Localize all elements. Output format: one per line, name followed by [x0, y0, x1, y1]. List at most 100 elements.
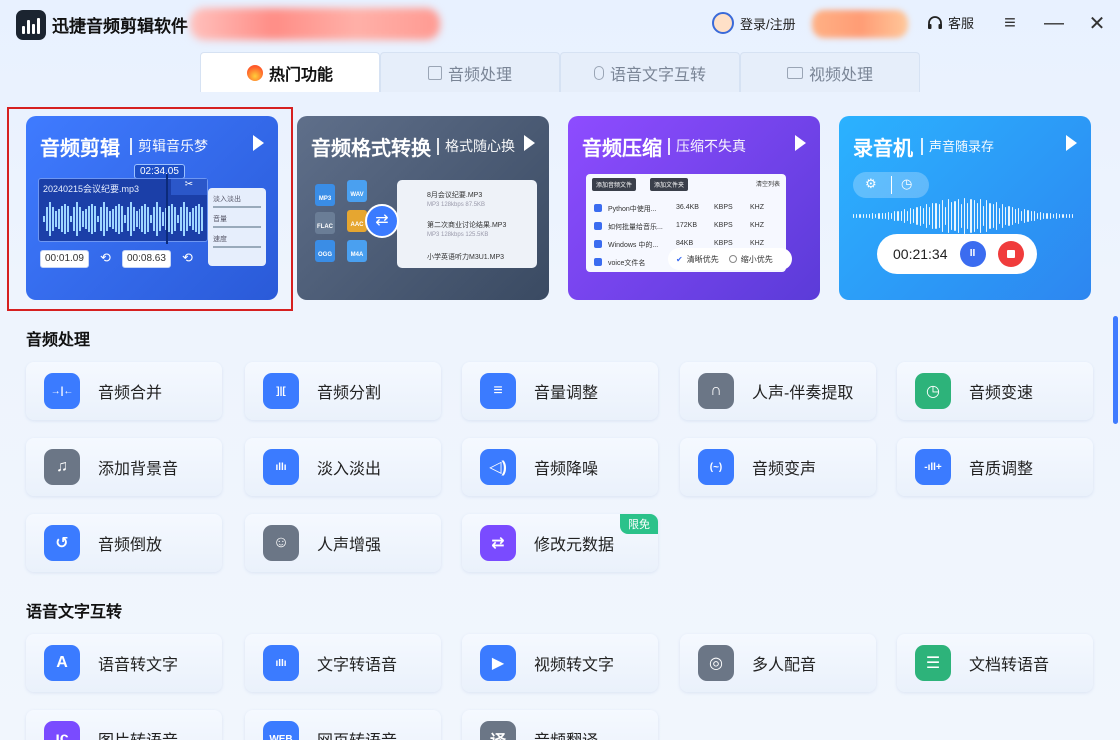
tool-tile[interactable]: A 语音转文字 — [26, 634, 222, 692]
recording-waveform — [852, 196, 1074, 236]
tool-label: 人声增强 — [317, 537, 382, 554]
section-title-speech: 语音文字互转 — [26, 604, 123, 621]
convert-file-list: 8月会议纪要.MP3 MP3 128kbps 87.5KB 第二次商业讨论结果.… — [397, 180, 537, 268]
main-tabs: 热门功能 音频处理 语音文字互转 视频处理 — [200, 52, 920, 92]
split-icon: ]|[ — [263, 373, 299, 409]
convert-arrows-icon: ⇄ — [365, 204, 399, 238]
tab-video-processing[interactable]: 视频处理 — [740, 52, 920, 92]
list-item: 如何批量给音乐... 172KB KBPS KHZ — [594, 222, 774, 232]
title-divider — [668, 138, 670, 155]
reverse-icon: ↺ — [44, 525, 80, 561]
card-subtitle: 格式随心换 — [445, 138, 515, 154]
tool-tile[interactable]: ▶ 视频转文字 — [462, 634, 658, 692]
tab-label: 语音文字互转 — [609, 66, 706, 84]
tool-label: 人声-伴奏提取 — [752, 385, 854, 402]
tool-tile[interactable]: ↺ 音频倒放 — [26, 514, 222, 572]
document-lines-icon: ☰ — [915, 645, 951, 681]
sound-wave-icon: ıIIı — [263, 645, 299, 681]
tool-tile[interactable]: ♫ 添加背景音 — [26, 438, 222, 496]
blurred-promo-banner[interactable] — [190, 8, 440, 40]
microphone-icon — [593, 65, 604, 80]
tool-tile[interactable]: ☰ 文档转语音 — [897, 634, 1093, 692]
file-row: 第二次商业讨论结果.MP3 — [427, 222, 507, 229]
tab-audio-processing[interactable]: 音频处理 — [380, 52, 560, 92]
fade-bars-icon: ıllı — [263, 449, 299, 485]
add-file-button: 添加音频文件 — [592, 178, 637, 191]
app-logo-icon — [16, 10, 46, 40]
play-arrow-icon — [795, 135, 806, 151]
tab-label: 热门功能 — [268, 66, 333, 84]
tab-speech-text[interactable]: 语音文字互转 — [560, 52, 740, 92]
section-title-audio: 音频处理 — [26, 332, 91, 349]
web-icon: WEB — [263, 721, 299, 740]
tool-label: 淡入淡出 — [317, 461, 382, 478]
card-title: 录音机 — [853, 138, 913, 160]
login-button[interactable]: 登录/注册 — [712, 12, 796, 34]
customer-service-button[interactable]: 客服 — [926, 13, 974, 32]
tool-label: 语音转文字 — [98, 657, 179, 674]
card-subtitle: 压缩不失真 — [676, 138, 746, 154]
tool-tile[interactable]: ☺ 人声增强 — [245, 514, 441, 572]
play-arrow-icon — [524, 135, 535, 151]
tool-tile[interactable]: ıc 图片转语音 — [26, 710, 222, 740]
option-small: 缩小优先 — [740, 254, 773, 264]
tool-tile[interactable]: ıllı 淡入淡出 — [245, 438, 441, 496]
tool-tile[interactable]: ∩ 人声-伴奏提取 — [680, 362, 876, 420]
blurred-vip-button[interactable] — [812, 10, 908, 38]
recorder-controls: ⚙ ◷ — [853, 172, 929, 198]
tool-label: 文字转语音 — [317, 657, 398, 674]
tool-label: 音频变声 — [752, 461, 817, 478]
tool-label: 音频倒放 — [98, 537, 163, 554]
card-recorder[interactable]: 录音机 声音随录存 ⚙ ◷ 00:21:34 II — [839, 116, 1091, 300]
metadata-icon: ⇄ — [480, 525, 516, 561]
quality-bars-icon: -ıll+ — [915, 449, 951, 485]
card-title: 音频压缩 — [582, 138, 662, 160]
play-circle-icon: ▶ — [480, 645, 516, 681]
minimize-icon[interactable]: — — [1041, 10, 1067, 36]
menu-icon[interactable]: ≡ — [997, 10, 1023, 36]
tool-tile[interactable]: ◷ 音频变速 — [897, 362, 1093, 420]
voice-change-icon: (~) — [698, 449, 734, 485]
tool-label: 音质调整 — [969, 461, 1034, 478]
sliders-icon: ≡ — [480, 373, 516, 409]
tool-label: 音量调整 — [534, 385, 599, 402]
tool-tile[interactable]: ]|[音频分割 — [245, 362, 441, 420]
format-chip: FLAC — [315, 212, 335, 234]
tab-hot-features[interactable]: 热门功能 — [200, 52, 380, 92]
tool-tile[interactable]: ≡ 音量调整 — [462, 362, 658, 420]
clock-icon: ◷ — [901, 176, 913, 191]
tool-tile[interactable]: WEB 网页转语音 — [245, 710, 441, 740]
file-row: 小学英语听力M3U1.MP3 — [427, 254, 505, 261]
card-format-convert[interactable]: 音频格式转换 格式随心换 MP3 WAV FLAC AAC OGG M4A 8月… — [297, 116, 549, 300]
scrollbar[interactable] — [1113, 316, 1118, 424]
format-chip: OGG — [315, 240, 335, 262]
tool-tile[interactable]: 译 音频翻译 — [462, 710, 658, 740]
list-item: Python中使用... 36.4KB KBPS KHZ — [594, 204, 774, 214]
card-subtitle: 声音随录存 — [929, 139, 995, 154]
tool-tile[interactable]: (~) 音频变声 — [680, 438, 876, 496]
highlight-box — [7, 107, 293, 311]
tool-tile[interactable]: →|← 音频合并 — [26, 362, 222, 420]
card-audio-compress[interactable]: 音频压缩 压缩不失真 添加音频文件 添加文件夹 清空列表 Python中使用..… — [568, 116, 820, 300]
app-title: 迅捷音频剪辑软件 — [52, 17, 188, 36]
tool-tile[interactable]: ◎ 多人配音 — [680, 634, 876, 692]
tab-label: 视频处理 — [808, 66, 873, 84]
tool-tile[interactable]: -ıll+ 音质调整 — [897, 438, 1093, 496]
tool-label: 添加背景音 — [98, 461, 179, 478]
tool-label: 多人配音 — [752, 657, 817, 674]
video-icon — [786, 66, 803, 79]
login-label: 登录/注册 — [740, 16, 796, 32]
tool-label: 视频转文字 — [534, 657, 615, 674]
tool-tile[interactable]: ◁) 音频降噪 — [462, 438, 658, 496]
tool-tile[interactable]: ıIIı 文字转语音 — [245, 634, 441, 692]
flame-icon — [246, 64, 263, 81]
merge-icon: →|← — [44, 373, 80, 409]
audio-file-icon — [427, 65, 442, 80]
headset-icon — [928, 15, 942, 29]
format-chip: WAV — [347, 180, 367, 202]
title-divider — [437, 138, 439, 155]
close-icon[interactable]: ✕ — [1084, 10, 1110, 36]
tool-label: 图片转语音 — [98, 727, 178, 740]
service-label: 客服 — [948, 16, 975, 31]
tool-tile[interactable]: ⇄ 修改元数据 限免 — [462, 514, 658, 572]
